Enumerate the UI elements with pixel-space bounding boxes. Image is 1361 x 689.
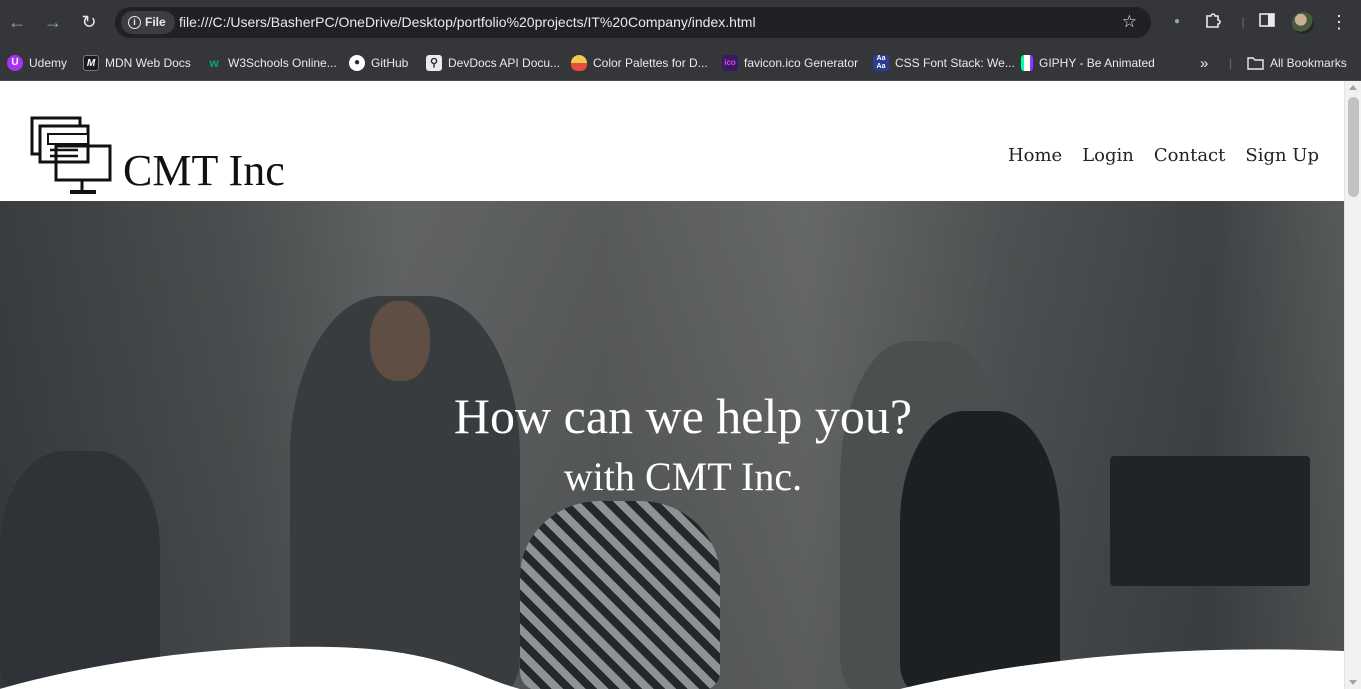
hero-section: How can we help you? with CMT Inc. — [0, 201, 1344, 689]
giphy-icon — [1021, 55, 1033, 71]
main-nav: Home Login Contact Sign Up — [1008, 145, 1319, 166]
folder-icon — [1247, 57, 1264, 70]
url-text[interactable]: file:///C:/Users/BasherPC/OneDrive/Deskt… — [179, 14, 756, 30]
site-chip-label: File — [145, 15, 166, 29]
scroll-down-arrow-icon[interactable] — [1349, 680, 1357, 685]
bookmark-label: GitHub — [371, 56, 409, 70]
bookmark-css-font-stack[interactable]: Aa Aa CSS Font Stack: We... — [873, 54, 1015, 72]
hero-wave-divider — [0, 646, 1344, 689]
nav-sign-up[interactable]: Sign Up — [1245, 145, 1319, 166]
bookmark-label: DevDocs API Docu... — [448, 56, 561, 70]
bookmark-star-icon[interactable]: ☆ — [1122, 12, 1137, 32]
bookmarks-divider: | — [1229, 56, 1233, 70]
bookmarks-bar: U Udemy M MDN Web Docs w W3Schools Onlin… — [0, 45, 1361, 81]
side-panel-icon[interactable] — [1256, 11, 1278, 36]
nav-login[interactable]: Login — [1082, 145, 1134, 166]
extension-dot-icon[interactable]: ● — [1166, 11, 1188, 33]
address-bar[interactable]: i File file:///C:/Users/BasherPC/OneDriv… — [115, 7, 1151, 38]
nav-home[interactable]: Home — [1008, 145, 1062, 166]
info-icon: i — [128, 16, 141, 29]
bookmark-favicon-generator[interactable]: ico favicon.ico Generator — [722, 54, 858, 72]
bookmark-label: CSS Font Stack: We... — [895, 56, 1015, 70]
back-arrow-icon[interactable]: ← — [6, 11, 28, 33]
logo-text[interactable]: CMT Inc — [123, 145, 285, 196]
forward-arrow-icon[interactable]: → — [42, 11, 64, 33]
bookmark-label: favicon.ico Generator — [744, 56, 859, 70]
bookmark-github[interactable]: ● GitHub — [349, 54, 408, 72]
mdn-icon: M — [83, 55, 99, 71]
site-header: CMT Inc Home Login Contact Sign Up — [0, 81, 1344, 201]
scroll-thumb[interactable] — [1348, 97, 1359, 197]
github-icon: ● — [349, 55, 365, 71]
menu-kebab-icon[interactable]: ⋮ — [1328, 11, 1350, 33]
hero-title: How can we help you? — [453, 388, 913, 444]
bookmark-color-palettes[interactable]: Color Palettes for D... — [571, 54, 708, 72]
page-viewport: CMT Inc Home Login Contact Sign Up How c… — [0, 81, 1361, 689]
bookmark-udemy[interactable]: U Udemy — [7, 54, 67, 72]
bookmark-devdocs[interactable]: ⚲ DevDocs API Docu... — [426, 54, 560, 72]
hero-overlay — [0, 201, 1344, 689]
page-scrollbar[interactable] — [1344, 81, 1361, 689]
w3schools-icon: w — [209, 56, 219, 70]
bookmark-giphy[interactable]: GIPHY - Be Animated — [1021, 54, 1155, 72]
cssfontstack-icon: Aa Aa — [873, 55, 889, 71]
bookmark-label: Udemy — [29, 56, 68, 70]
udemy-icon: U — [7, 55, 23, 71]
devdocs-icon: ⚲ — [426, 55, 442, 71]
bookmark-label: GIPHY - Be Animated — [1039, 56, 1155, 70]
profile-avatar[interactable] — [1292, 12, 1314, 34]
computer-screens-logo-icon — [30, 116, 112, 194]
hero-subtitle: with CMT Inc. — [563, 454, 803, 499]
nav-contact[interactable]: Contact — [1154, 145, 1225, 166]
all-bookmarks-label: All Bookmarks — [1270, 56, 1347, 70]
reload-icon[interactable]: ↻ — [78, 11, 100, 33]
bookmark-mdn[interactable]: M MDN Web Docs — [83, 54, 191, 72]
all-bookmarks-button[interactable]: All Bookmarks — [1247, 54, 1347, 72]
extensions-puzzle-icon[interactable] — [1202, 11, 1224, 36]
bookmark-label: MDN Web Docs — [105, 56, 191, 70]
site-info-chip[interactable]: i File — [121, 11, 175, 34]
scroll-up-arrow-icon[interactable] — [1349, 85, 1357, 90]
bookmark-label: W3Schools Online... — [228, 56, 337, 70]
bookmark-w3schools[interactable]: w W3Schools Online... — [206, 54, 337, 72]
favicon-icon: ico — [722, 55, 738, 71]
bookmark-label: Color Palettes for D... — [593, 56, 708, 70]
color-palettes-icon — [571, 55, 587, 71]
divider-icon: | — [1241, 15, 1245, 29]
bookmarks-overflow-button[interactable]: » — [1200, 54, 1208, 72]
browser-toolbar: ← → ↻ i File file:///C:/Users/BasherPC/O… — [0, 0, 1361, 45]
